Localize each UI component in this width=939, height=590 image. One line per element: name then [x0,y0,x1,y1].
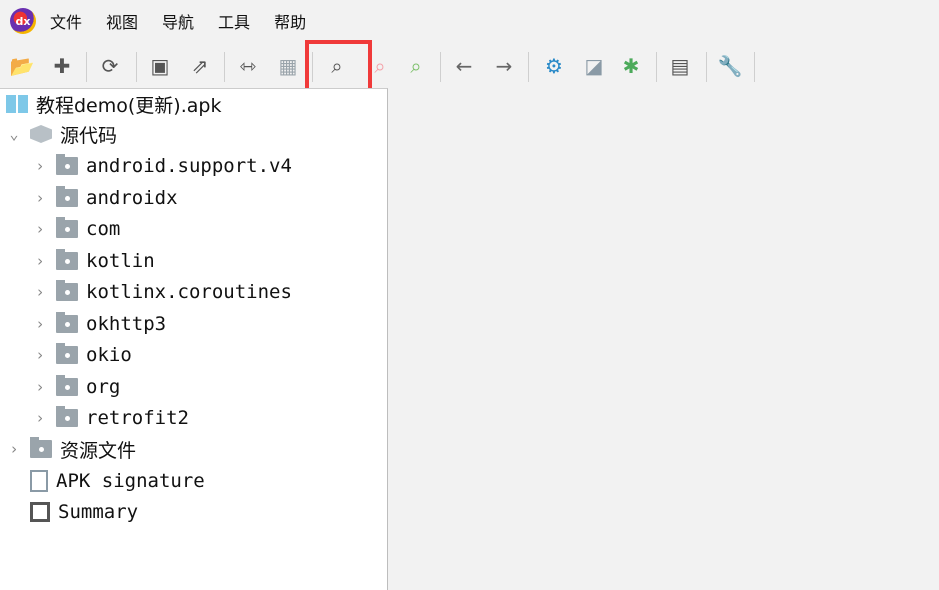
toolbar: 📂 ✚ ⟳ ▣ ⇗ ⇿ ▦ ⌕ ⌕ ⌕ ← → ⚙ ◪ ✱ ▤ 🔧 [0,46,939,90]
chevron-down-icon[interactable]: ⌄ [6,125,22,143]
menu-file[interactable]: 文件 [50,9,82,33]
usage-search-icon[interactable]: ⌕ [402,52,430,80]
package-box-icon [30,125,52,143]
menu-tools[interactable]: 工具 [218,9,250,33]
folder-icon [56,185,78,207]
open-folder-icon[interactable]: 📂 [8,52,36,80]
search-highlight-box [305,40,372,95]
folder-icon [56,311,78,333]
folder-icon [56,280,78,301]
log-icon[interactable]: ▤ [666,52,694,80]
sync-editor-icon[interactable]: ⇿ [234,52,262,80]
toolbar-separator [528,52,529,82]
tree-package[interactable]: › retrofit2 [32,403,189,433]
certificate-icon [30,470,48,492]
menubar: dx 文件 视图 导航 工具 帮助 [0,0,939,42]
menu-navigation[interactable]: 导航 [162,9,194,33]
toolbar-separator [440,52,441,82]
chevron-right-icon[interactable]: › [32,283,48,301]
quark-icon[interactable]: ◪ [580,52,608,80]
toolbar-separator [224,52,225,82]
back-icon[interactable]: ← [450,52,478,80]
tree-package[interactable]: › okio [32,340,132,370]
folder-icon [56,217,78,238]
folder-icon [56,154,78,175]
toolbar-separator [656,52,657,82]
tree-package[interactable]: › com [32,214,120,244]
save-icon[interactable]: ▣ [146,52,174,80]
debug-icon[interactable]: ✱ [617,52,645,80]
chevron-right-icon[interactable]: › [32,220,48,238]
chevron-right-icon[interactable]: › [32,409,48,427]
apk-icon [6,95,28,113]
toolbar-separator [86,52,87,82]
summary-icon [30,502,50,522]
chevron-right-icon[interactable]: › [32,252,48,270]
forward-icon[interactable]: → [490,52,518,80]
resources-folder-icon [30,437,52,458]
chevron-right-icon[interactable]: › [32,315,48,333]
add-file-icon[interactable]: ✚ [48,52,76,80]
tree-package[interactable]: › okhttp3 [32,309,166,339]
tree-root[interactable]: 教程demo(更新).apk [6,89,221,119]
menu-help[interactable]: 帮助 [274,9,306,33]
deobfuscation-icon[interactable]: ⚙ [540,52,568,80]
flatten-packages-icon[interactable]: ▦ [274,52,302,80]
chevron-right-icon[interactable]: › [32,189,48,207]
folder-icon [56,248,78,270]
toolbar-separator [136,52,137,82]
jadx-logo-icon: dx [10,8,36,34]
tree-package[interactable]: › android.support.v4 [32,151,292,181]
folder-icon [56,406,78,427]
chevron-right-icon[interactable]: › [32,346,48,364]
toolbar-separator [754,52,755,82]
tree-package[interactable]: › org [32,372,120,402]
tree-package[interactable]: › kotlinx.coroutines [32,277,292,307]
folder-icon [56,343,78,364]
toolbar-separator [706,52,707,82]
chevron-right-icon[interactable]: › [6,440,22,458]
tree-resources[interactable]: › 资源文件 [6,434,136,464]
chevron-right-icon[interactable]: › [32,378,48,396]
tree-package[interactable]: › kotlin [32,246,155,276]
project-tree[interactable]: 教程demo(更新).apk ⌄ 源代码 › android.support.v4… [0,88,388,590]
folder-icon [56,374,78,396]
tree-source-code[interactable]: ⌄ 源代码 [6,119,117,149]
chevron-right-icon[interactable]: › [32,157,48,175]
menu-view[interactable]: 视图 [106,9,138,33]
tree-summary[interactable]: Summary [6,497,138,527]
export-icon[interactable]: ⇗ [186,52,214,80]
tree-package[interactable]: › androidx [32,183,178,213]
reload-icon[interactable]: ⟳ [96,52,124,80]
preferences-icon[interactable]: 🔧 [716,52,744,80]
tree-apk-signature[interactable]: APK signature [6,466,205,496]
